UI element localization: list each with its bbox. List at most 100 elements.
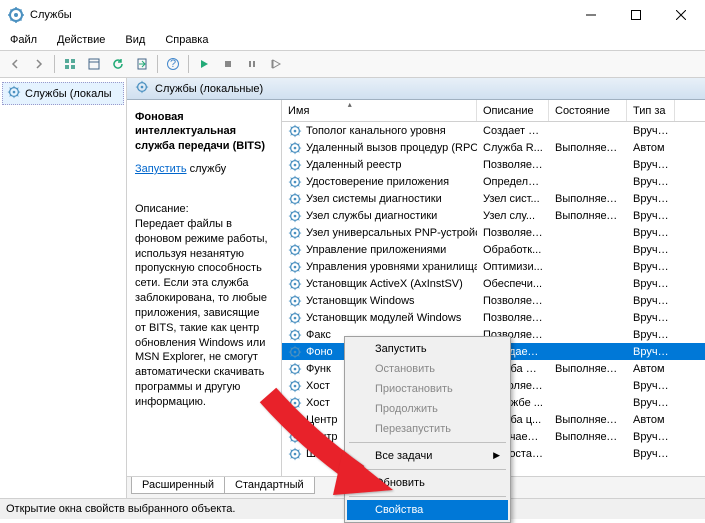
restart-service-button[interactable] [265,53,287,75]
table-row[interactable]: Тополог канального уровняСоздает ка...Вр… [282,122,705,139]
gear-icon [288,226,302,240]
tab-standard[interactable]: Стандартный [224,477,315,494]
properties-button[interactable] [83,53,105,75]
cell-name: Управление приложениями [306,244,446,256]
gear-icon [135,80,149,97]
cell-name: Управления уровнями хранилища [306,261,477,273]
gear-icon [288,260,302,274]
cm-separator [349,496,506,497]
gear-icon [288,311,302,325]
column-type[interactable]: Тип за [627,100,675,121]
refresh-button[interactable] [107,53,129,75]
cell-state: Выполняется [549,431,627,443]
help-button[interactable]: ? [162,53,184,75]
table-row[interactable]: Управления уровнями хранилищаОптимизи...… [282,258,705,275]
start-service-link[interactable]: Запустить [135,163,187,175]
maximize-button[interactable] [613,1,658,29]
table-row[interactable]: Управление приложениями Обработк... Вручну [282,241,705,258]
chevron-right-icon: ▶ [493,450,500,461]
cell-desc: Узел сист... [477,193,549,205]
stop-service-button[interactable] [217,53,239,75]
cell-type: Автом [627,414,675,426]
cell-name: Хост [306,397,330,409]
cell-state: Выполняется [549,210,627,222]
cm-stop: Остановить [347,359,508,379]
cm-separator [349,469,506,470]
gear-icon [288,158,302,172]
close-button[interactable] [658,1,703,29]
cell-name: Факс [306,329,331,341]
start-service-button[interactable] [193,53,215,75]
menu-action[interactable]: Действие [53,32,109,48]
description-text: Передает файлы в фоновом режиме работы, … [135,217,273,410]
export-list-button[interactable] [131,53,153,75]
gear-icon [288,124,302,138]
table-row[interactable]: Узел службы диагностикиУзел слу...Выполн… [282,207,705,224]
table-row[interactable]: Удостоверение приложенияОпределяе...Вруч… [282,173,705,190]
cm-all-tasks[interactable]: Все задачи▶ [347,446,508,466]
gear-icon [288,379,302,393]
content-tab-title: Службы (локальные) [155,83,263,95]
start-service-link-row: Запустить службу [135,163,273,175]
pause-service-button[interactable] [241,53,263,75]
menu-view[interactable]: Вид [121,32,149,48]
cm-start[interactable]: Запустить [347,339,508,359]
cell-type: Вручну [627,431,675,443]
view-mode-button[interactable] [59,53,81,75]
window-title: Службы [30,9,568,21]
statusbar-text: Открытие окна свойств выбранного объекта… [6,503,235,515]
tab-extended[interactable]: Расширенный [131,477,225,494]
table-row[interactable]: Узел универсальных PNP-устройствПозволяе… [282,224,705,241]
column-description[interactable]: Описание [477,100,549,121]
table-row[interactable]: Установщик WindowsПозволяет...Вручну [282,292,705,309]
table-row[interactable]: Установщик модулей WindowsПозволяет...Вр… [282,309,705,326]
table-row[interactable]: Установщик ActiveX (AxInstSV)Обеспечи...… [282,275,705,292]
cm-separator [349,442,506,443]
tree-root-services[interactable]: Службы (локалы [2,82,124,105]
cm-resume: Продолжить [347,399,508,419]
cm-properties[interactable]: Свойства [347,500,508,520]
gear-icon [288,209,302,223]
cm-pause: Приостановить [347,379,508,399]
cell-name: Установщик Windows [306,295,415,307]
column-name[interactable]: Имя▴ [282,100,477,121]
titlebar: Службы [0,0,705,30]
gear-icon [288,413,302,427]
cell-state: Выполняется [549,142,627,154]
description-pane: Фоновая интеллектуальная служба передачи… [127,100,282,476]
table-row[interactable]: Удаленный реестрПозволяет...Вручну [282,156,705,173]
selected-service-title: Фоновая интеллектуальная служба передачи… [135,110,273,153]
gear-icon [288,141,302,155]
table-row[interactable]: Удаленный вызов процедур (RPC)Служба R..… [282,139,705,156]
cell-state: Выполняется [549,193,627,205]
table-row[interactable]: Узел системы диагностики Узел сист...Выпо… [282,190,705,207]
menubar: Файл Действие Вид Справка [0,30,705,50]
cell-type: Вручну [627,346,675,358]
back-button[interactable] [4,53,26,75]
description-label: Описание: [135,203,273,215]
menu-help[interactable]: Справка [161,32,212,48]
cell-type: Вручну [627,244,675,256]
gear-icon [288,362,302,376]
cell-name: Удаленный реестр [306,159,401,171]
column-state[interactable]: Состояние [549,100,627,121]
cell-name: Узел системы диагностики [306,193,442,205]
menu-file[interactable]: Файл [6,32,41,48]
cell-desc: Позволяет... [477,227,549,239]
gear-icon [288,396,302,410]
cell-name: Фоно [306,346,333,358]
cell-type: Вручну [627,380,675,392]
cell-type: Вручну [627,397,675,409]
cell-name: Функ [306,363,331,375]
cell-desc: Обработк... [477,244,549,256]
minimize-button[interactable] [568,1,613,29]
cell-name: Удаленный вызов процедур (RPC) [306,142,477,154]
forward-button[interactable] [28,53,50,75]
gear-icon [288,328,302,342]
cell-type: Вручну [627,227,675,239]
content-tab-header: Службы (локальные) [127,78,705,100]
cm-refresh[interactable]: Обновить [347,473,508,493]
services-app-icon [8,7,24,23]
cell-type: Автом [627,363,675,375]
cell-type: Вручну [627,312,675,324]
